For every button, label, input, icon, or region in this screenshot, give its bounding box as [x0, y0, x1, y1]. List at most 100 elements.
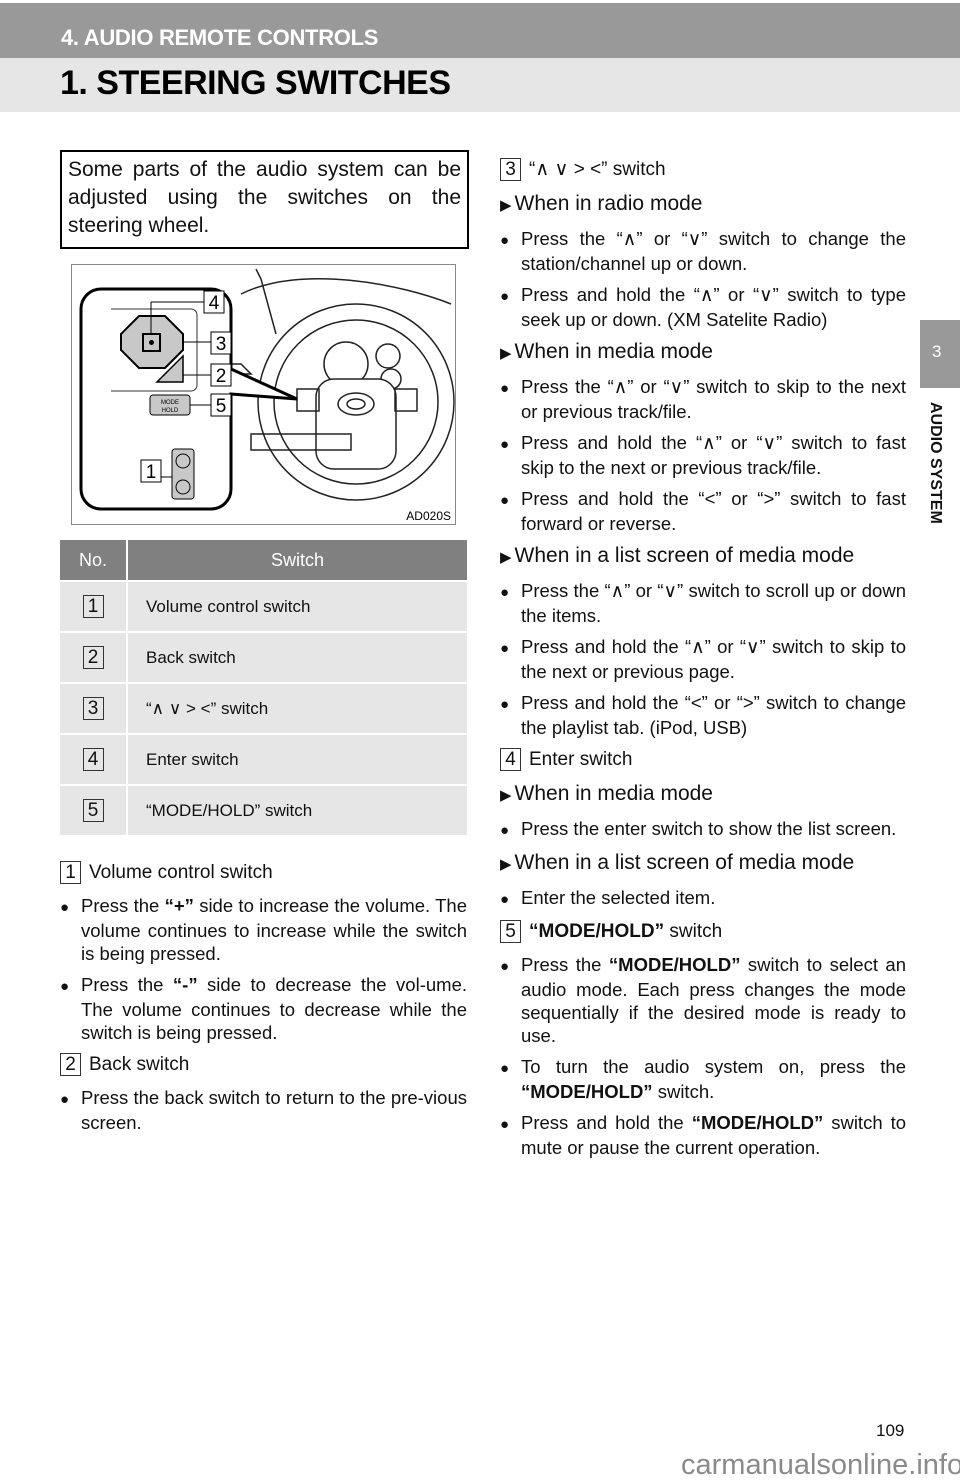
- right-text-column: 3 “∧ ∨ > <” switch ▶ When in radio mode ● Pre…: [500, 151, 906, 1167]
- chapter-section-title: 4. AUDIO REMOTE CONTROLS: [61, 25, 379, 50]
- table-header-row: No. Switch: [60, 540, 467, 581]
- number-badge: 1: [60, 861, 81, 885]
- mode-heading: ▶ When in a list screen of media mode: [500, 543, 906, 571]
- table-row: 3 “∧ ∨ > <” switch: [60, 682, 467, 734]
- page-title: 1. STEERING SWITCHES: [60, 64, 451, 102]
- section-heading: 5 “MODE/HOLD” switch: [500, 919, 906, 945]
- bullet-text: Press the “∧” or “∨” switch to skip to t…: [521, 376, 906, 422]
- chapter-tab[interactable]: 3: [920, 320, 960, 388]
- bullet-dot-icon: ●: [500, 584, 510, 601]
- mode-heading-text: When in media mode: [514, 782, 713, 805]
- intro-box: Some parts of the audio system can be ad…: [60, 150, 469, 249]
- heading-text: Volume control switch: [89, 862, 273, 883]
- bullet-item: ● Press the back switch to return to the …: [60, 1086, 467, 1134]
- bullet-item: ● Press the “+” side to increase the volu…: [60, 894, 467, 965]
- volume-switch: [171, 448, 195, 500]
- table-cell-switch: Back switch: [127, 631, 467, 683]
- bullet-text: Press and hold the: [521, 1112, 692, 1133]
- callout-4: 4: [209, 293, 220, 314]
- bullet-item: ● Press and hold the “MODE/HOLD” switch t…: [500, 1111, 906, 1159]
- table-row: 1 Volume control switch: [60, 580, 467, 632]
- mode-heading-text: When in radio mode: [514, 192, 703, 215]
- bullet-text: Press the “∧” or “∨” switch to change th…: [521, 228, 906, 274]
- table-row: 2 Back switch: [60, 631, 467, 683]
- bullet-dot-icon: ●: [500, 1060, 510, 1077]
- mode-heading: ▶ When in media mode: [500, 781, 906, 809]
- heading-text: Back switch: [89, 1054, 190, 1075]
- table-cell-switch: Enter switch: [127, 733, 467, 785]
- table-cell-no: 5: [60, 784, 128, 835]
- triangle-bullet-icon: ▶: [500, 345, 512, 362]
- bullet-item: ● Press the enter switch to show the list…: [500, 817, 906, 842]
- table-row: 5 “MODE/HOLD” switch: [60, 784, 467, 835]
- table-cell-no: 2: [60, 631, 128, 683]
- page-title-band: 1. STEERING SWITCHES: [0, 58, 960, 112]
- mode-label: MODE: [161, 400, 179, 406]
- bullet-item: ● Enter the selected item.: [500, 886, 906, 911]
- bullet-dot-icon: ●: [500, 1116, 510, 1133]
- bullet-text: Press the “∧” or “∨” switch to scroll up…: [521, 580, 906, 626]
- triangle-bullet-icon: ▶: [500, 856, 512, 873]
- chapter-tab-number: 3: [932, 342, 942, 361]
- bullet-dot-icon: ●: [500, 958, 510, 975]
- table-cell-switch: “MODE/HOLD” switch: [127, 784, 467, 835]
- column-header-no: No.: [60, 540, 128, 581]
- section-heading: 1 Volume control switch: [60, 860, 467, 886]
- chapter-tab-label: AUDIO SYSTEM: [927, 402, 944, 524]
- figure-code: AD020S: [406, 509, 451, 523]
- number-badge: 4: [82, 748, 104, 771]
- bullet-dot-icon: ●: [500, 492, 510, 509]
- hold-label: HOLD: [162, 408, 179, 414]
- bullet-text: Press the: [81, 974, 173, 995]
- mode-heading-text: When in media mode: [514, 340, 713, 363]
- bullet-text: “MODE/HOLD”: [691, 1112, 824, 1133]
- callout-5: 5: [216, 396, 227, 417]
- bullet-text: Press and hold the “∧” or “∨” switch to …: [521, 284, 906, 330]
- watermark: carmanualsonline.info: [681, 1449, 960, 1481]
- number-badge: 2: [60, 1053, 81, 1077]
- bullet-text: “+”: [164, 895, 194, 916]
- bullet-item: ● Press and hold the “∧” or “∨” switch to…: [500, 431, 906, 479]
- number-badge: 3: [500, 158, 521, 182]
- heading-text: “∧ ∨ > <” switch: [529, 159, 666, 180]
- callout-1: 1: [146, 462, 157, 483]
- bullet-dot-icon: ●: [500, 380, 510, 397]
- table-row: 4 Enter switch: [60, 733, 467, 785]
- bullet-text: “MODE/HOLD”: [608, 954, 741, 975]
- mode-heading: ▶ When in media mode: [500, 339, 906, 367]
- triangle-bullet-icon: ▶: [500, 787, 512, 804]
- chapter-header-band: 4. AUDIO REMOTE CONTROLS: [0, 3, 960, 58]
- number-badge: 3: [82, 697, 104, 720]
- bullet-item: ● Press the “MODE/HOLD” switch to select …: [500, 953, 906, 1047]
- number-badge: 5: [82, 799, 104, 822]
- bullet-dot-icon: ●: [60, 1091, 70, 1108]
- number-badge: 2: [82, 646, 104, 669]
- mode-heading-text: When in a list screen of media mode: [514, 851, 855, 874]
- callout-3: 3: [216, 334, 227, 355]
- section-heading: 3 “∧ ∨ > <” switch: [500, 157, 906, 183]
- number-badge: 1: [82, 595, 104, 618]
- bullet-dot-icon: ●: [60, 899, 70, 916]
- number-badge: 4: [500, 748, 521, 772]
- bullet-dot-icon: ●: [60, 978, 70, 995]
- bullet-item: ● Press the “-” side to decrease the vol-…: [60, 973, 467, 1044]
- section-heading: 4 Enter switch: [500, 747, 906, 773]
- bullet-text: Press and hold the “∧” or “∨” switch to …: [521, 636, 906, 682]
- bullet-item: ● Press the “∧” or “∨” switch to scroll u…: [500, 579, 906, 627]
- bullet-text: Press the: [81, 895, 165, 916]
- bullet-item: ● Press and hold the “∧” or “∨” switch to…: [500, 635, 906, 683]
- bullet-dot-icon: ●: [500, 891, 510, 908]
- bullet-text: Enter the selected item.: [521, 887, 716, 908]
- bullet-dot-icon: ●: [500, 288, 510, 305]
- bullet-text: Press the enter switch to show the list …: [521, 818, 897, 839]
- bullet-text: Press and hold the “<” or “>” switch to …: [521, 692, 906, 738]
- bullet-text: Press and hold the “<” or “>” switch to …: [521, 488, 906, 534]
- bullet-text: “-”: [172, 974, 198, 995]
- mode-heading: ▶ When in a list screen of media mode: [500, 850, 906, 878]
- bullet-dot-icon: ●: [500, 436, 510, 453]
- bullet-text: To turn the audio system on, press the: [521, 1056, 906, 1077]
- table-cell-switch: “∧ ∨ > <” switch: [127, 682, 467, 734]
- section-heading: 2 Back switch: [60, 1052, 467, 1078]
- bullet-item: ● Press the “∧” or “∨” switch to skip to …: [500, 375, 906, 423]
- column-header-switch: Switch: [127, 540, 467, 581]
